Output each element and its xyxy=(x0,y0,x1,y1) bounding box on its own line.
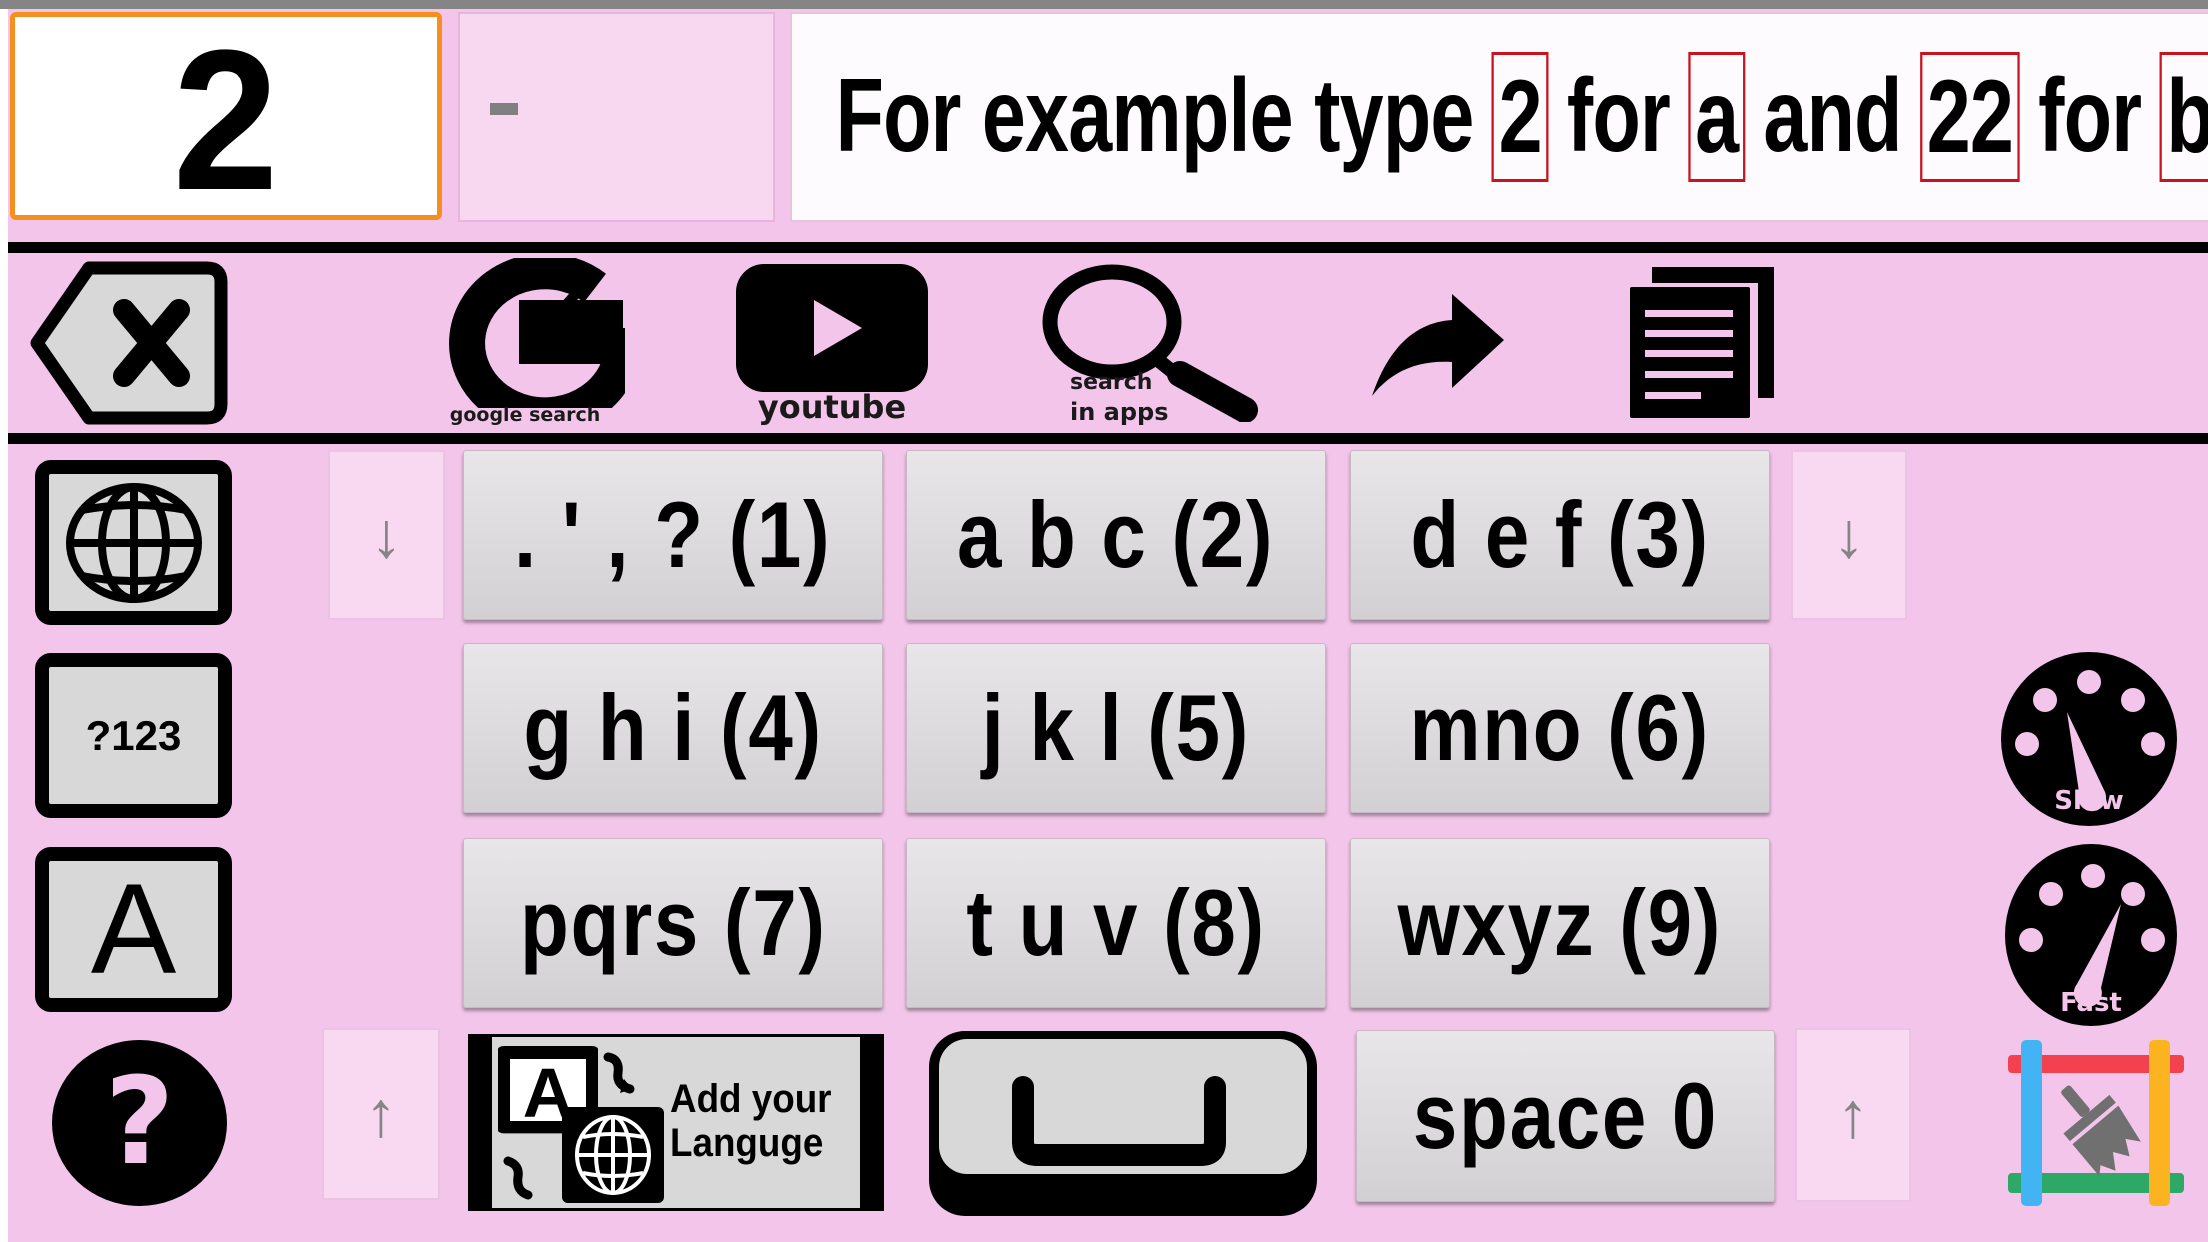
hint-banner: For example type 2 for a and 22 for b xyxy=(790,12,2208,222)
share-arrow-icon xyxy=(1372,294,1504,396)
youtube-button[interactable]: youtube xyxy=(732,260,932,428)
key-6[interactable]: mno (6) xyxy=(1350,643,1770,813)
left-edge xyxy=(0,9,8,1242)
case-toggle-button[interactable]: A xyxy=(35,847,232,1012)
hint-segment: for xyxy=(2038,58,2142,175)
hint-text: For example type 2 for a and 22 for b xyxy=(828,51,2208,183)
google-g-icon xyxy=(449,258,625,408)
symbols-button[interactable]: ?123 xyxy=(35,653,232,818)
speed-slow-button[interactable]: Slow xyxy=(2001,652,2177,826)
search-in-apps-button[interactable]: search in apps xyxy=(1040,262,1265,426)
key-label: d e f (3) xyxy=(1410,482,1710,587)
key-7[interactable]: pqrs (7) xyxy=(463,838,883,1008)
backspace-icon xyxy=(30,261,228,425)
key-8[interactable]: t u v (8) xyxy=(906,838,1326,1008)
arrow-down-icon: ↓ xyxy=(370,499,403,571)
globe-icon xyxy=(65,482,202,603)
help-button[interactable]: ? xyxy=(52,1040,227,1206)
hint-highlight: 2 xyxy=(1491,51,1549,183)
arrow-up-icon: ↑ xyxy=(365,1078,397,1150)
arrow-up-icon: ↑ xyxy=(1837,1079,1869,1151)
scroll-down-left-button[interactable]: ↓ xyxy=(328,450,445,620)
google-search-button[interactable]: google search xyxy=(420,258,630,430)
language-switch-button[interactable] xyxy=(35,460,232,625)
add-language-line-2: Languge xyxy=(670,1121,824,1165)
key-label: mno (6) xyxy=(1409,675,1711,780)
key-label: pqrs (7) xyxy=(519,870,827,975)
scroll-up-right-button[interactable]: ↑ xyxy=(1795,1028,1911,1202)
key-label: t u v (8) xyxy=(966,870,1266,975)
status-bar xyxy=(0,0,2208,9)
google-search-label: google search xyxy=(449,404,601,426)
search-in-apps-label-1: search xyxy=(1070,370,1153,395)
share-button[interactable] xyxy=(1370,292,1508,400)
arrow-down-icon: ↓ xyxy=(1833,499,1865,571)
key-3[interactable]: d e f (3) xyxy=(1350,450,1770,620)
hint-segment: and xyxy=(1763,58,1902,175)
scroll-up-left-button[interactable]: ↑ xyxy=(322,1028,440,1200)
key-label: a b c (2) xyxy=(957,482,1275,587)
key-1[interactable]: . ' , ? (1) xyxy=(463,450,883,620)
symbols-label: ?123 xyxy=(85,711,182,759)
key-label: wxyz (9) xyxy=(1397,870,1723,975)
hint-highlight: b xyxy=(2159,51,2208,183)
key-label: space 0 xyxy=(1412,1063,1719,1168)
search-in-apps-label-2: in apps xyxy=(1070,398,1169,426)
speed-slow-label: Slow xyxy=(2054,786,2124,816)
key-label: . ' , ? (1) xyxy=(514,482,832,587)
space-icon-button[interactable] xyxy=(925,1027,1321,1220)
key-4[interactable]: g h i (4) xyxy=(463,643,883,813)
pending-text-display xyxy=(458,12,775,222)
clear-brush-icon xyxy=(2008,1040,2184,1206)
current-digits-text: 2 xyxy=(173,9,279,232)
copy-document-icon xyxy=(1630,267,1774,418)
key-2[interactable]: a b c (2) xyxy=(906,450,1326,620)
backspace-button[interactable] xyxy=(29,260,229,426)
scroll-down-right-button[interactable]: ↓ xyxy=(1791,450,1907,620)
youtube-play-icon xyxy=(736,264,928,392)
key-label: j k l (5) xyxy=(981,675,1251,780)
toolbar-top-divider xyxy=(8,242,2208,253)
add-language-button[interactable]: A Add your Languge xyxy=(468,1034,884,1211)
youtube-label: youtube xyxy=(757,388,907,426)
case-label: A xyxy=(90,857,177,1001)
speed-fast-label: Fast xyxy=(2060,988,2122,1018)
key-label: g h i (4) xyxy=(523,675,823,780)
speed-fast-button[interactable]: Fast xyxy=(2005,844,2177,1027)
copy-button[interactable] xyxy=(1628,265,1778,420)
toolbar-bottom-divider xyxy=(8,433,2208,444)
key-0-space[interactable]: space 0 xyxy=(1356,1030,1775,1202)
add-language-line-1: Add your xyxy=(670,1077,832,1121)
add-language-label: Add your Languge xyxy=(670,1077,832,1165)
hint-segment: For example type xyxy=(835,58,1475,175)
translate-icon: A xyxy=(498,1046,664,1203)
hint-segment: for xyxy=(1566,58,1671,175)
pending-dash xyxy=(490,103,518,115)
current-digits-display: 2 xyxy=(10,9,442,232)
spacebar-icon xyxy=(929,1031,1317,1216)
key-9[interactable]: wxyz (9) xyxy=(1350,838,1770,1008)
hint-highlight: 22 xyxy=(1919,51,2020,183)
question-icon: ? xyxy=(104,1053,175,1192)
key-5[interactable]: j k l (5) xyxy=(906,643,1326,813)
hint-highlight: a xyxy=(1688,51,1746,183)
clear-button[interactable] xyxy=(2006,1040,2186,1206)
